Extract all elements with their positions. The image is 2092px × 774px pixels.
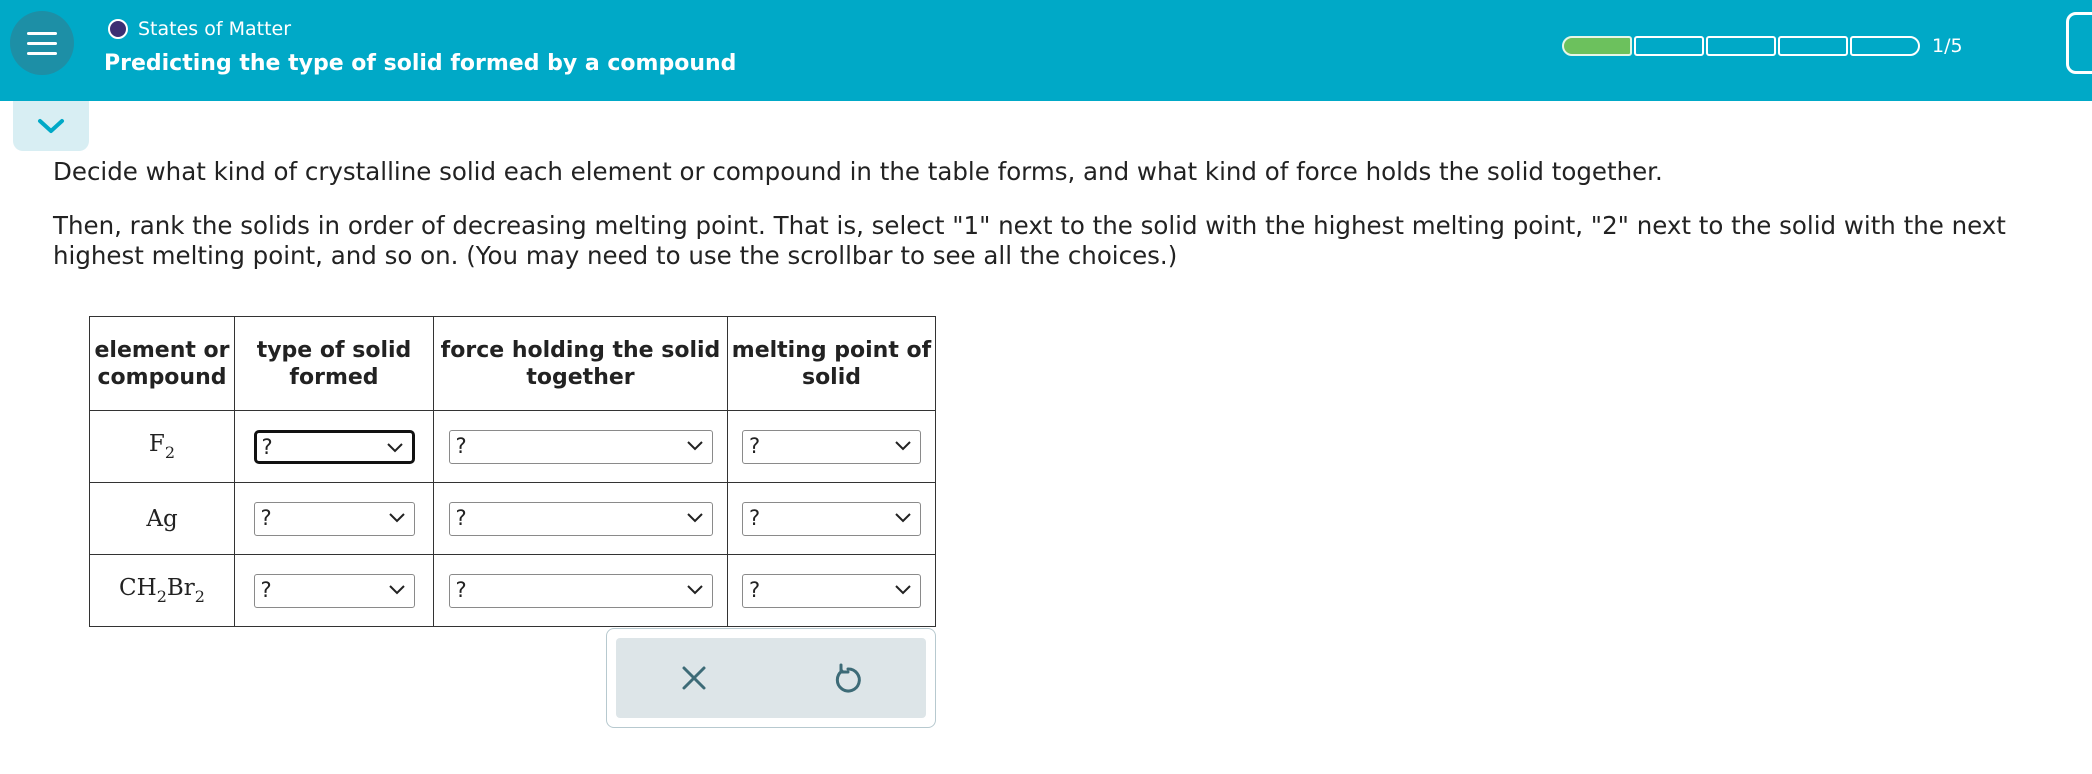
side-panel-tab[interactable] bbox=[2066, 12, 2092, 74]
progress-segment bbox=[1706, 36, 1776, 56]
select-value: ? bbox=[455, 433, 467, 458]
select-value: ? bbox=[455, 505, 467, 530]
melting-point-select[interactable]: ? bbox=[742, 429, 921, 464]
melting-cell: ? bbox=[727, 482, 936, 555]
type-of-solid-select[interactable]: ? bbox=[253, 501, 415, 536]
column-header: element or compound bbox=[89, 316, 235, 411]
select-value: ? bbox=[260, 505, 272, 530]
melting-cell: ? bbox=[727, 554, 936, 627]
column-header: melting point of solid bbox=[727, 316, 936, 411]
select-value: ? bbox=[749, 505, 761, 530]
force-cell: ? bbox=[433, 554, 728, 627]
instruction-text: Decide what kind of crystalline solid ea… bbox=[53, 157, 1663, 186]
progress-label: 1/5 bbox=[1932, 35, 1963, 57]
hamburger-icon-line bbox=[27, 52, 57, 55]
force-cell: ? bbox=[433, 482, 728, 555]
type-of-solid-select[interactable]: ? bbox=[253, 429, 415, 464]
progress-segment bbox=[1634, 36, 1704, 56]
chevron-down-icon bbox=[386, 442, 403, 452]
instruction-text: Then, rank the solids in order of decrea… bbox=[53, 211, 2006, 270]
type-cell: ? bbox=[234, 410, 434, 483]
undo-icon bbox=[835, 663, 861, 693]
header-bar: States of Matter Predicting the type of … bbox=[0, 0, 2092, 101]
table-row: F2 ? ? ? bbox=[89, 410, 936, 483]
answer-actions-panel bbox=[606, 628, 936, 728]
melting-cell: ? bbox=[727, 410, 936, 483]
force-select[interactable]: ? bbox=[448, 429, 713, 464]
menu-button[interactable] bbox=[10, 11, 74, 75]
compound-cell: CH2Br2 bbox=[89, 554, 235, 627]
topic-dot-icon bbox=[108, 19, 128, 39]
chevron-down-icon bbox=[895, 440, 911, 450]
progress-segment bbox=[1562, 36, 1632, 56]
close-icon bbox=[682, 666, 706, 690]
topic-title: States of Matter bbox=[138, 18, 292, 40]
force-cell: ? bbox=[433, 410, 728, 483]
column-header: type of solid formed bbox=[234, 316, 434, 411]
compound-cell: Ag bbox=[89, 482, 235, 555]
table-row: CH2Br2 ? ? ? bbox=[89, 554, 936, 627]
progress-bar bbox=[1562, 36, 1922, 56]
undo-button[interactable] bbox=[828, 658, 868, 698]
melting-point-select[interactable]: ? bbox=[742, 501, 921, 536]
chevron-down-icon bbox=[895, 512, 911, 522]
chevron-down-icon bbox=[686, 584, 703, 594]
chevron-down-icon bbox=[38, 119, 64, 133]
select-value: ? bbox=[261, 434, 273, 459]
select-value: ? bbox=[455, 577, 467, 602]
chevron-down-icon bbox=[686, 440, 703, 450]
type-cell: ? bbox=[234, 554, 434, 627]
column-header: force holding the solid together bbox=[433, 316, 728, 411]
chevron-down-icon bbox=[388, 512, 405, 522]
compound-formula: CH2Br2 bbox=[119, 575, 205, 606]
answer-table: element or compound type of solid formed… bbox=[89, 316, 936, 627]
progress-segment bbox=[1778, 36, 1848, 56]
hamburger-icon-line bbox=[27, 32, 57, 35]
table-header-row: element or compound type of solid formed… bbox=[89, 316, 936, 411]
force-select[interactable]: ? bbox=[448, 501, 713, 536]
answer-actions-toolbar bbox=[616, 638, 926, 718]
collapse-button[interactable] bbox=[13, 101, 89, 151]
hamburger-icon-line bbox=[27, 42, 57, 45]
select-value: ? bbox=[749, 577, 761, 602]
type-cell: ? bbox=[234, 482, 434, 555]
clear-button[interactable] bbox=[674, 658, 714, 698]
page-title: Predicting the type of solid formed by a… bbox=[104, 51, 737, 76]
topic-row: States of Matter bbox=[108, 17, 291, 41]
table-row: Ag ? ? ? bbox=[89, 482, 936, 555]
melting-point-select[interactable]: ? bbox=[742, 573, 921, 608]
type-of-solid-select[interactable]: ? bbox=[253, 573, 415, 608]
chevron-down-icon bbox=[388, 584, 405, 594]
chevron-down-icon bbox=[686, 512, 703, 522]
select-value: ? bbox=[260, 577, 272, 602]
force-select[interactable]: ? bbox=[448, 573, 713, 608]
progress-segment bbox=[1850, 36, 1920, 56]
compound-formula: Ag bbox=[146, 505, 178, 532]
chevron-down-icon bbox=[895, 584, 911, 594]
compound-formula: F2 bbox=[148, 431, 176, 462]
compound-cell: F2 bbox=[89, 410, 235, 483]
select-value: ? bbox=[749, 433, 761, 458]
